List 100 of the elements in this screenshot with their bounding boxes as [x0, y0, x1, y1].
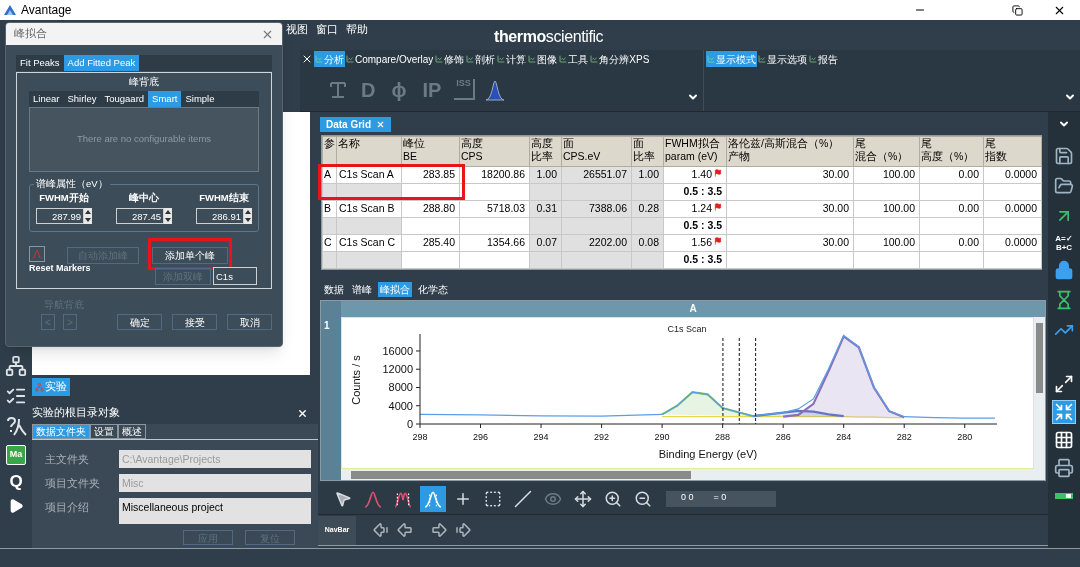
- window-title: Avantage: [21, 2, 72, 19]
- table-cell: 1.40: [663, 166, 727, 184]
- empty-message: There are no configurable items: [76, 132, 212, 147]
- table-cell: C1s Scan C: [336, 234, 402, 252]
- view-tab[interactable]: 化学态: [416, 281, 450, 297]
- column-header: 尾 指数: [983, 136, 1042, 167]
- table-cell: 0.00: [919, 234, 984, 252]
- table-cell: 30.00: [726, 200, 854, 218]
- group-title: 谱峰属性（eV）: [34, 178, 110, 190]
- dialog-button[interactable]: 接受: [172, 314, 217, 330]
- number-field[interactable]: 287.45: [116, 208, 164, 225]
- tick-label: 284: [836, 432, 852, 442]
- dialog-button[interactable]: 确定: [117, 314, 162, 330]
- tick-label: 4000: [388, 399, 413, 412]
- background-type-tab[interactable]: Shirley: [63, 91, 101, 107]
- table-cell: 18200.86: [459, 166, 530, 184]
- field-label: FWHM开始: [39, 191, 89, 205]
- table-cell: 1.56: [663, 234, 727, 252]
- column-header: 峰位 BE: [401, 136, 460, 167]
- field-label: 主文件夹: [45, 452, 90, 467]
- column-header: 面 CPS.eV: [561, 136, 632, 167]
- panel-title: 实验的根目录对象: [32, 405, 120, 421]
- tick-label: 280: [957, 432, 973, 442]
- field-label: 项目介绍: [45, 500, 90, 515]
- tick-label: 12000: [382, 363, 413, 376]
- table-cell: 0.0000: [983, 200, 1042, 218]
- field-label: 项目文件夹: [45, 476, 101, 491]
- table-cell: C1s Scan B: [336, 200, 402, 218]
- field-label: FWHM结束: [199, 191, 249, 205]
- table-cell: 285.40: [401, 234, 460, 252]
- ribbon-tab[interactable]: 显示选项: [757, 51, 808, 67]
- table-cell: 0.0000: [983, 166, 1042, 184]
- tick-label: 292: [594, 432, 610, 442]
- tick-label: 294: [533, 432, 549, 442]
- table-cell: 0.5 : 3.5: [663, 183, 727, 201]
- y-axis-label: Counts / s: [350, 355, 362, 405]
- ribbon-tab[interactable]: 报告: [808, 51, 839, 67]
- row-header: 1: [321, 317, 341, 480]
- number-field[interactable]: 287.99: [36, 208, 84, 225]
- dialog-button[interactable]: 取消: [227, 314, 272, 330]
- background-type-tab[interactable]: Simple: [181, 91, 219, 107]
- ribbon-tab[interactable]: 图像: [527, 51, 559, 67]
- view-tab[interactable]: 谱峰: [350, 281, 374, 297]
- view-tab[interactable]: 数据: [322, 281, 346, 297]
- dialog-tab[interactable]: Fit Peaks: [16, 55, 64, 71]
- menu-item[interactable]: 窗口: [316, 22, 338, 38]
- column-header: 高度 CPS: [459, 136, 530, 167]
- add-peak-button[interactable]: 添加单个峰: [152, 247, 228, 264]
- tick-label: 16000: [382, 344, 413, 357]
- tick-label: 296: [473, 432, 489, 442]
- reset-label: Reset Markers: [29, 262, 92, 276]
- table-cell: 0.00: [919, 200, 984, 218]
- ribbon-tab[interactable]: 计算: [496, 51, 528, 67]
- background-type-tab[interactable]: Linear: [29, 91, 64, 107]
- tick-label: 290: [654, 432, 670, 442]
- column-header: 高度 比率: [529, 136, 562, 167]
- table-cell: 30.00: [726, 166, 854, 184]
- tick-label: 298: [412, 432, 428, 442]
- row-ref: B: [322, 200, 337, 218]
- background-type-tab[interactable]: Tougaard: [100, 91, 149, 107]
- menu-item[interactable]: 帮助: [346, 22, 368, 38]
- table-cell: 5718.03: [459, 200, 530, 218]
- ribbon-tab[interactable]: 修饰: [434, 51, 466, 67]
- column-header: 面 比率: [631, 136, 664, 167]
- column-header: 名称: [336, 136, 402, 167]
- table-cell: 100.00: [853, 200, 920, 218]
- tick-label: 0: [406, 418, 413, 430]
- tick-label: 282: [896, 432, 912, 442]
- table-cell: 100.00: [853, 166, 920, 184]
- compare-button[interactable]: A=✓ B+C: [1051, 234, 1077, 252]
- table-cell: 100.00: [853, 234, 920, 252]
- tick-label: 288: [715, 432, 731, 442]
- column-header: A: [341, 301, 1045, 317]
- peak-name-field[interactable]: C1s: [213, 267, 257, 285]
- column-header: FWHM拟合 param (eV): [663, 136, 727, 167]
- table-cell: 0.0000: [983, 234, 1042, 252]
- brand-logo: thermoscientific: [494, 27, 604, 47]
- dialog-title: 峰拟合: [14, 26, 47, 42]
- group-title: 峰背底: [128, 75, 160, 89]
- table-cell: 0.5 : 3.5: [663, 251, 727, 269]
- column-header: 洛伦兹/高斯混合（%） 产物: [726, 136, 854, 167]
- ribbon-tab[interactable]: 工具: [558, 51, 590, 67]
- ribbon-tab[interactable]: 剖析: [465, 51, 497, 67]
- table-cell: 288.80: [401, 200, 460, 218]
- panel-tab[interactable]: 概述: [118, 424, 146, 439]
- row-ref: C: [322, 234, 337, 252]
- readout-value: = 0: [713, 490, 727, 504]
- panel-tab[interactable]: 设置: [90, 424, 118, 439]
- number-field[interactable]: 286.91: [196, 208, 244, 225]
- menu-item[interactable]: 视图: [286, 22, 308, 38]
- text-field[interactable]: Miscellaneous project: [119, 498, 311, 524]
- table-cell: 0.5 : 3.5: [663, 217, 727, 235]
- table-cell: 1354.66: [459, 234, 530, 252]
- chart-title: C1s Scan: [667, 324, 707, 334]
- ribbon-tab[interactable]: Compare/Overlay: [345, 51, 435, 67]
- field-label: 峰中心: [129, 191, 159, 205]
- app-letter-icon[interactable]: Q: [9, 473, 23, 490]
- column-header: 参: [322, 136, 337, 167]
- ribbon-tab[interactable]: 角分辨XPS: [589, 51, 651, 67]
- table-cell: 30.00: [726, 234, 854, 252]
